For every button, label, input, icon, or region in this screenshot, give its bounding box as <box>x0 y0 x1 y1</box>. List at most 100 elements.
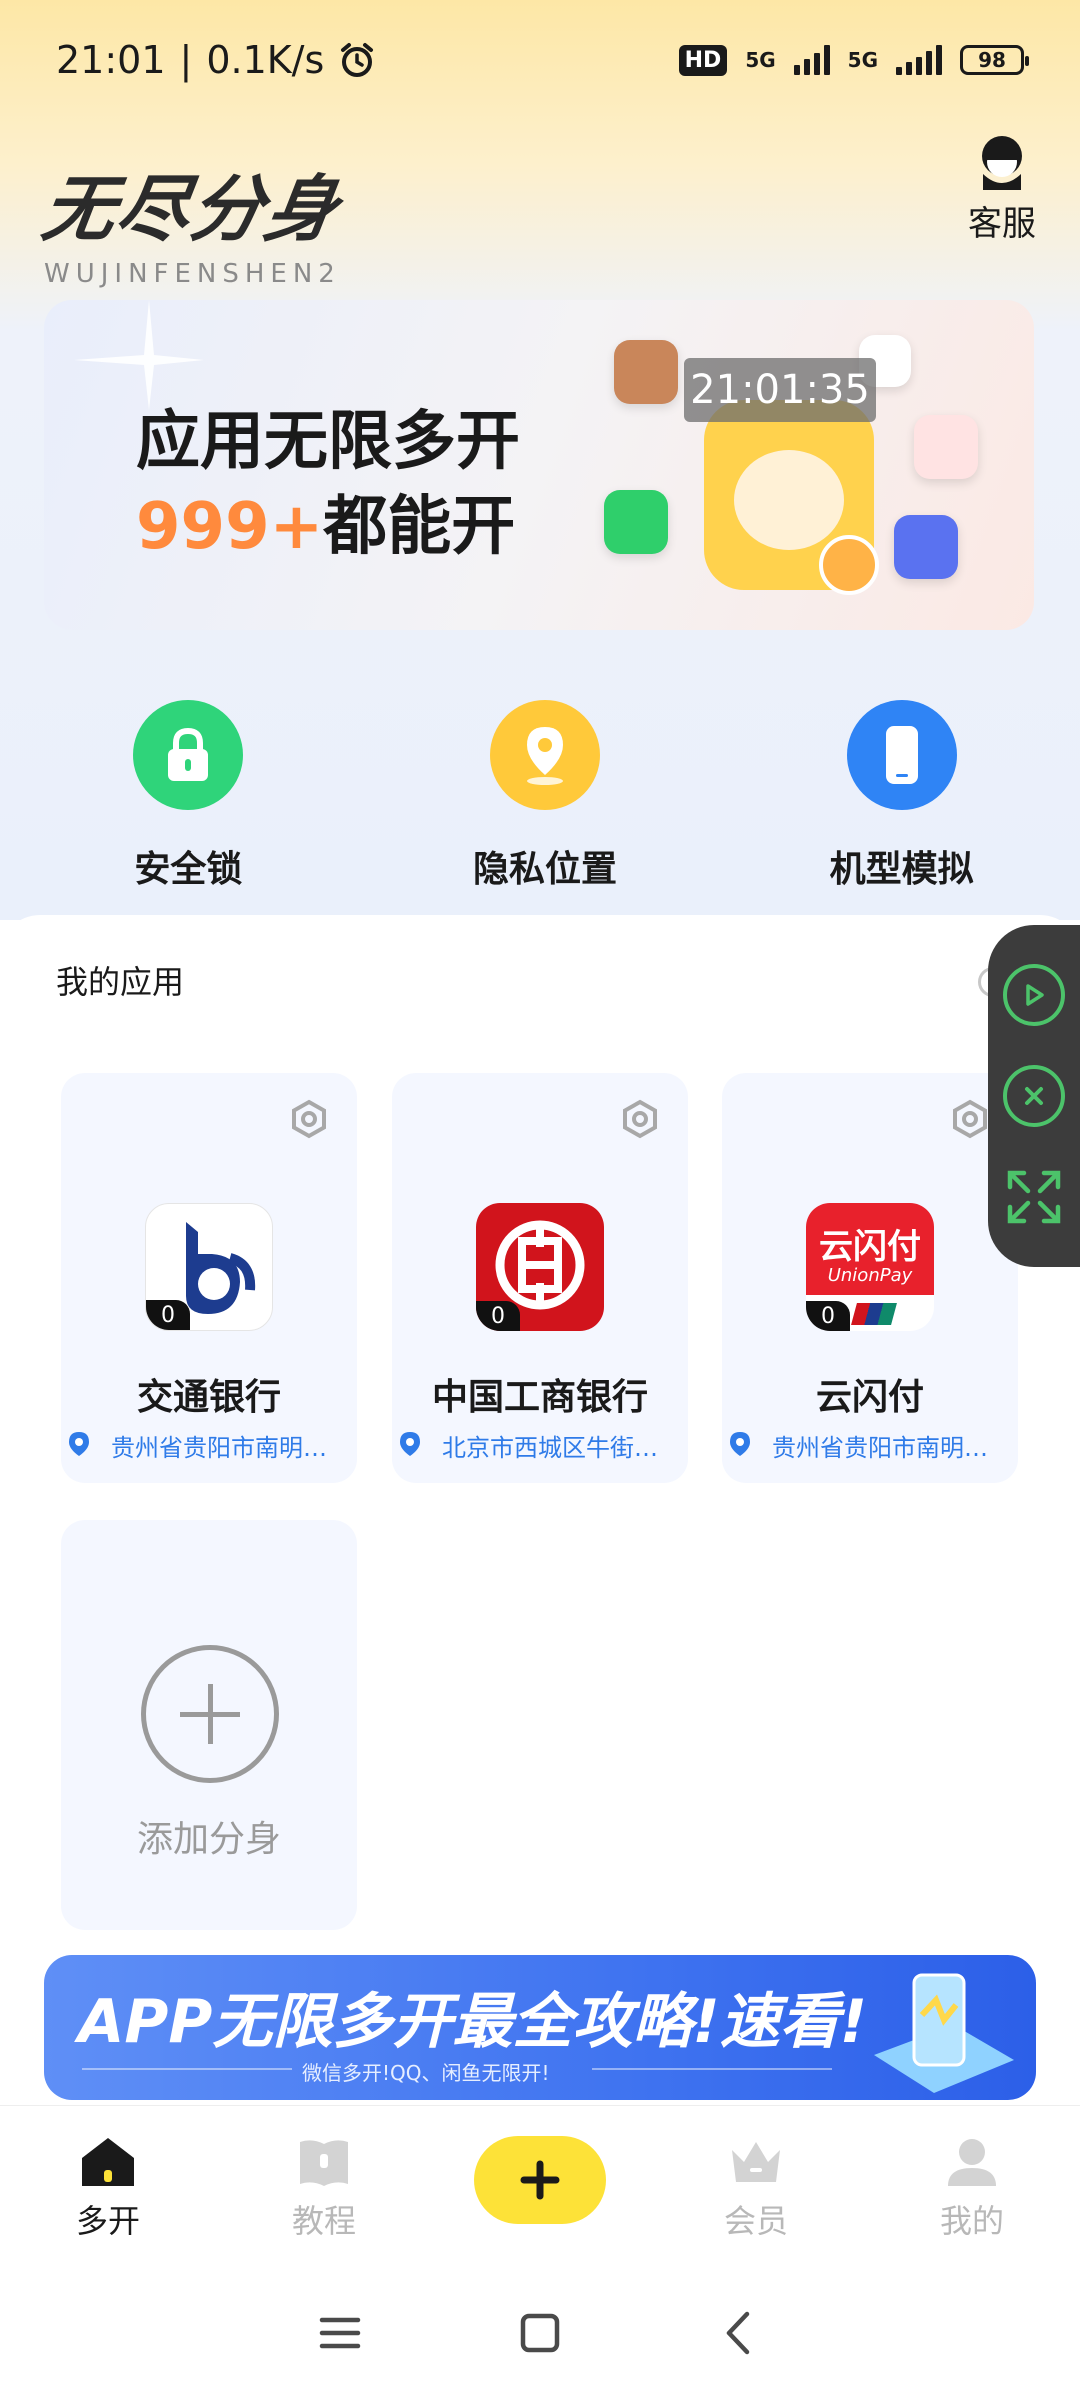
gear-icon[interactable] <box>289 1099 329 1139</box>
expand-button[interactable] <box>1003 1166 1065 1228</box>
tab-tutorial[interactable]: 教程 <box>216 2106 432 2265</box>
tab-mine[interactable]: 我的 <box>864 2106 1080 2265</box>
unionpay-icon-text: 云闪付 <box>819 1227 921 1267</box>
feature-security-lock[interactable]: 安全锁 <box>10 700 367 892</box>
add-circle-icon <box>141 1645 279 1783</box>
customer-service-label: 客服 <box>968 204 1036 244</box>
play-button[interactable] <box>1003 964 1065 1027</box>
bankcomm-app-icon: 0 <box>145 1203 273 1331</box>
app-location: 北京市西城区牛街街... <box>442 1434 681 1462</box>
wechat-app-icon <box>604 490 668 554</box>
play-icon <box>1026 984 1044 1007</box>
book-icon <box>300 2140 348 2186</box>
feature-circle <box>846 700 957 810</box>
crown-icon <box>732 2142 780 2182</box>
lock-icon <box>168 727 209 781</box>
headset-agent-icon <box>982 136 1022 190</box>
feature-circle <box>490 700 600 810</box>
floating-control-panel <box>988 925 1080 1267</box>
customer-service-button[interactable]: 客服 <box>968 130 1036 245</box>
banner-headline: 应用无限多开 <box>136 405 520 479</box>
status-left: 21:01 | 0.1K/s <box>56 38 376 82</box>
hd-badge: HD <box>678 44 728 76</box>
brand-title: 无尽分身 <box>37 167 346 251</box>
chat-bubble-icon <box>819 535 879 595</box>
promo-subtitle: 微信多开!QQ、闲鱼无限开! <box>302 2061 550 2085</box>
tab-label: 教程 <box>291 2202 356 2240</box>
signal-icon-2 <box>896 45 942 75</box>
system-navigation-bar <box>0 2265 1080 2400</box>
user-icon <box>948 2139 996 2186</box>
gear-icon[interactable] <box>620 1099 660 1139</box>
overlay-clock: 21:01:35 <box>684 358 876 422</box>
bottom-tab-bar: 多开 教程 会员 我的 <box>0 2105 1080 2265</box>
close-icon <box>1025 1086 1043 1105</box>
feature-label: 安全锁 <box>134 849 243 890</box>
feature-label: 机型模拟 <box>829 849 974 890</box>
location-icon <box>527 727 563 785</box>
tab-label: 我的 <box>939 2202 1004 2240</box>
app-location: 贵州省贵阳市南明区... <box>772 1434 1011 1462</box>
add-clone-button[interactable]: 添加分身 <box>61 1520 357 1930</box>
expand-icon <box>1007 1170 1061 1223</box>
game-app-icon <box>614 340 678 404</box>
app-name: 云闪付 <box>815 1377 924 1418</box>
clone-count-badge: 0 <box>476 1301 520 1331</box>
banner-rest: 都能开 <box>323 490 516 564</box>
status-speed: 0.1K/s <box>206 38 325 82</box>
mascot-face <box>734 450 844 550</box>
phone-icon <box>885 726 918 784</box>
app-card-unionpay[interactable]: 云闪付 UnionPay 0 云闪付 贵州省贵阳市南明区... <box>722 1073 1018 1483</box>
app-card-icbc[interactable]: 0 中国工商银行 北京市西城区牛街街... <box>392 1073 688 1483</box>
add-plus-button[interactable] <box>474 2136 606 2224</box>
guide-promo-banner[interactable]: APP无限多开最全攻略!速看! 微信多开!QQ、闲鱼无限开! <box>44 1955 1036 2100</box>
add-clone-label: 添加分身 <box>136 1819 281 1860</box>
clone-count-badge: 0 <box>146 1300 190 1330</box>
app-card-bankcomm[interactable]: 0 交通银行 贵州省贵阳市南明区... <box>61 1073 357 1483</box>
status-time: 21:01 <box>56 38 166 82</box>
tab-member[interactable]: 会员 <box>648 2106 864 2265</box>
app-location: 贵州省贵阳市南明区... <box>111 1434 350 1462</box>
mascot-illustration <box>704 400 879 595</box>
status-divider: | <box>179 38 193 82</box>
promo-divider-right <box>592 2068 832 2070</box>
battery-icon: 98 <box>960 45 1029 75</box>
unionpay-app-icon: 云闪付 UnionPay 0 <box>806 1203 934 1331</box>
app-name: 交通银行 <box>136 1377 281 1418</box>
tab-label: 多开 <box>75 2202 140 2240</box>
status-bar: 21:01 | 0.1K/s HD 5G 5G 98 <box>0 0 1080 120</box>
icbc-app-icon: 0 <box>476 1203 604 1331</box>
plus-icon <box>520 2160 560 2200</box>
home-icon <box>82 2138 134 2186</box>
network-label-2: 5G <box>847 48 878 72</box>
home-square-icon[interactable] <box>515 2308 565 2358</box>
app-name: 中国工商银行 <box>431 1377 648 1418</box>
tab-multi-open[interactable]: 多开 <box>0 2106 216 2265</box>
feature-private-location[interactable]: 隐私位置 <box>367 700 724 892</box>
signal-icon <box>793 45 830 75</box>
section-title: 我的应用 <box>56 963 185 1001</box>
brand-logo: 无尽分身 WUJINFENSHEN2 <box>37 150 345 289</box>
weibo-app-icon <box>914 415 978 479</box>
clone-count-badge: 0 <box>806 1301 850 1331</box>
menu-icon[interactable] <box>315 2308 365 2358</box>
feature-device-simulation[interactable]: 机型模拟 <box>723 700 1080 892</box>
feature-circle <box>133 700 244 810</box>
close-button[interactable] <box>1003 1064 1065 1127</box>
brand-subtitle: WUJINFENSHEN2 <box>44 259 341 289</box>
network-label-1: 5G <box>745 48 776 72</box>
promo-divider-left <box>82 2068 292 2070</box>
alarm-icon <box>341 43 374 77</box>
phone-illustration-icon <box>874 1973 1014 2093</box>
tab-label: 会员 <box>723 2202 788 2240</box>
promo-banner[interactable]: 应用无限多开 999+都能开 21:01:35 <box>44 300 1034 630</box>
feature-label: 隐私位置 <box>473 849 618 890</box>
battery-level: 98 <box>978 48 1006 72</box>
gear-icon[interactable] <box>950 1099 990 1139</box>
feature-row: 安全锁 隐私位置 机型模拟 <box>0 700 1080 892</box>
promo-title: APP无限多开最全攻略!速看! <box>78 1987 868 2057</box>
back-icon[interactable] <box>715 2308 765 2358</box>
status-right: HD 5G 5G 98 <box>678 44 1029 76</box>
banner-subheadline: 999+都能开 <box>136 475 515 567</box>
tab-add[interactable] <box>432 2106 648 2265</box>
